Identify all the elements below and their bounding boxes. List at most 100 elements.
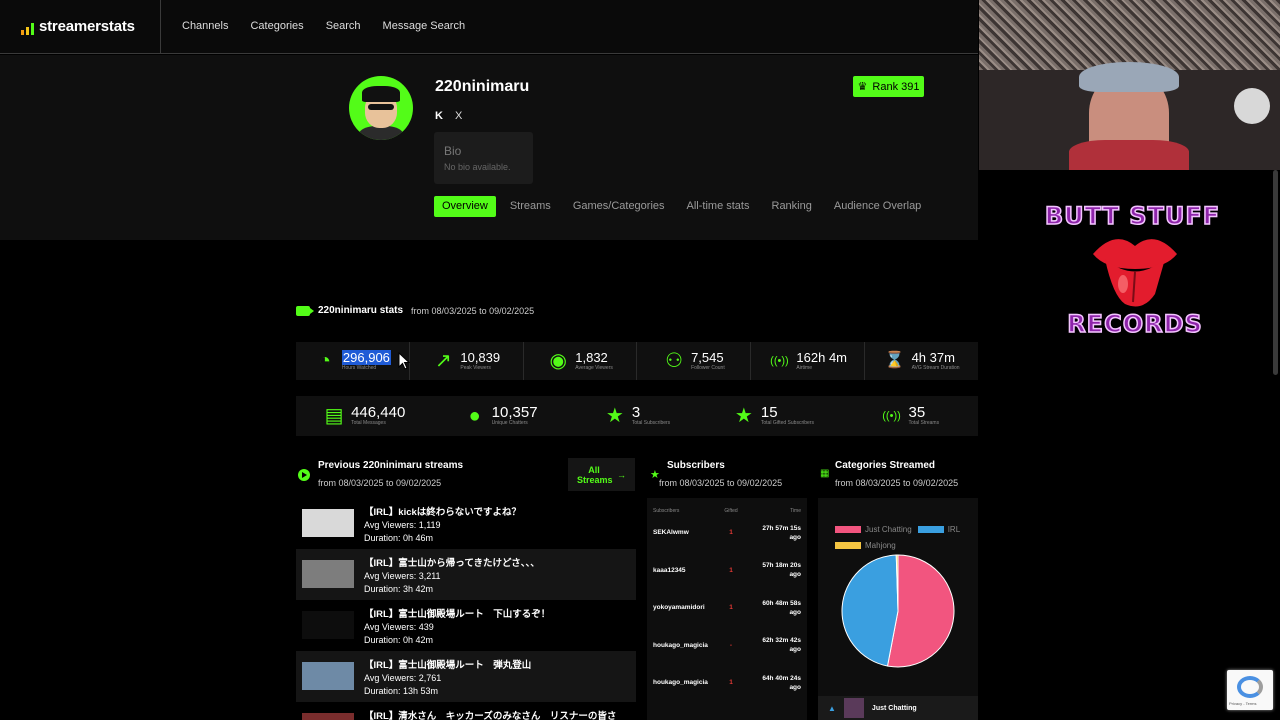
stat-value: 1,832	[575, 349, 608, 365]
stat-total-subscribers: ★ 3 Total Subscribers	[569, 396, 705, 436]
stream-duration: Duration: 0h 42m	[364, 635, 434, 645]
stat-value: 15	[760, 403, 778, 421]
subscribers-heading: Subscribers	[667, 460, 725, 471]
stat-value: 162h 4m	[796, 349, 848, 365]
profile-tabs: Overview Streams Games/Categories All-ti…	[434, 196, 935, 217]
stream-thumbnail[interactable]	[302, 611, 354, 639]
table-row: yokoyamamidori 1 60h 48m 58s ago	[647, 589, 807, 627]
tab-all-time-stats[interactable]: All-time stats	[679, 196, 758, 217]
broadcast-icon: ((•))	[770, 354, 789, 367]
stream-title: 【IRL】清水さん キッカーズのみなさん リスナーの皆さん...	[364, 711, 617, 720]
legend-item[interactable]: Just Chatting	[835, 522, 912, 537]
categories-range: from 08/03/2025 to 09/02/2025	[835, 478, 959, 488]
table-row: kaaa12345 1 57h 18m 20s ago	[647, 552, 807, 590]
nav-message-search[interactable]: Message Search	[383, 20, 466, 32]
stream-thumbnail[interactable]	[302, 560, 354, 588]
subscriber-name[interactable]: yokoyamamidori	[653, 604, 709, 611]
stream-row[interactable]: 【IRL】富士山御殿場ルート 下山するぞ！ Avg Viewers: 439 Dur…	[296, 600, 636, 651]
stat-value: 3	[631, 403, 641, 421]
stat-total-gifted-subscribers: ★ 15 Total Gifted Subscribers	[705, 396, 841, 436]
table-row: SEKAIwmw 1 27h 57m 15s ago	[647, 514, 807, 552]
stream-thumbnail[interactable]	[302, 713, 354, 720]
nav-categories[interactable]: Categories	[250, 20, 303, 32]
stat-peak-viewers: ↗ 10,839 Peak Viewers	[408, 342, 523, 380]
x-icon[interactable]: X	[455, 110, 462, 122]
subscribers-table-header: Subscribers Gifted Time	[647, 498, 807, 514]
play-icon	[298, 469, 310, 481]
legend-item[interactable]: IRL	[917, 522, 961, 537]
kick-icon[interactable]: K	[435, 110, 443, 122]
stream-row[interactable]: 【IRL】富士山御殿場ルート 弾丸登山 Avg Viewers: 2,761 Dur…	[296, 651, 636, 702]
bio-title: Bio	[444, 144, 462, 158]
stream-row[interactable]: 【IRL】富士山から帰ってきたけどさ、、、 Avg Viewers: 3,211 D…	[296, 549, 636, 600]
bar-chart-icon	[21, 23, 34, 35]
subscriber-name[interactable]: SEKAIwmw	[653, 529, 709, 536]
table-row: houkago_magicia 1 64h 40m 24s ago	[647, 664, 807, 702]
eye-icon: ◉	[549, 350, 567, 372]
stat-avg-stream-duration: ⌛ 4h 37m AVG Stream Duration	[864, 342, 978, 380]
site-logo[interactable]: streamerstats	[21, 18, 135, 35]
crown-icon: ♛	[857, 81, 868, 93]
stat-value: 446,440	[351, 403, 406, 421]
subscribe-time: 62h 32m 42s ago	[762, 637, 801, 654]
stat-value: 296,906	[341, 349, 391, 365]
stat-label: Total Gifted Subscribers	[760, 419, 814, 426]
channel-name: 220ninimaru	[435, 78, 530, 95]
stat-label: Peak Viewers	[460, 364, 491, 371]
tab-streams[interactable]: Streams	[502, 196, 559, 217]
stat-label: Total Messages	[351, 419, 386, 426]
rank-label: Rank 391	[872, 80, 920, 93]
stat-label: Hours Watched	[341, 364, 377, 371]
broadcast-icon: ((•))	[882, 409, 901, 422]
recaptcha-links[interactable]: Privacy - Terms	[1229, 701, 1256, 706]
arrow-right-icon: →	[617, 469, 626, 480]
stream-avg-viewers: Avg Viewers: 2,761	[364, 673, 442, 683]
page: streamerstats Channels Categories Search…	[0, 0, 1280, 720]
stream-row[interactable]: 【IRL】清水さん キッカーズのみなさん リスナーの皆さん...	[296, 702, 636, 720]
legend-item[interactable]: Mahjong	[835, 538, 896, 553]
column-time: Time	[790, 508, 801, 514]
stat-value: 10,839	[460, 349, 501, 365]
recaptcha-icon	[1237, 676, 1263, 698]
stats-range: from 08/03/2025 to 09/02/2025	[411, 305, 535, 316]
column-gifted: Gifted	[724, 508, 738, 514]
stream-avg-viewers: Avg Viewers: 439	[364, 622, 434, 632]
category-name: Just Chatting	[871, 704, 917, 712]
subscriber-name[interactable]: kaaa12345	[653, 567, 709, 574]
gifted-count: 1	[729, 566, 733, 574]
tab-ranking[interactable]: Ranking	[764, 196, 820, 217]
subscribe-time: 57h 18m 20s ago	[762, 562, 801, 579]
all-streams-button[interactable]: All Streams →	[568, 458, 635, 491]
stream-title: 【IRL】富士山御殿場ルート 下山するぞ！	[364, 609, 551, 620]
stat-value: 7,545	[691, 349, 724, 365]
avatar	[349, 76, 413, 140]
subscribe-time: 60h 48m 58s ago	[762, 599, 801, 616]
stream-title: 【IRL】富士山から帰ってきたけどさ、、、	[364, 558, 540, 569]
streams-heading: Previous 220ninimaru streams	[318, 460, 464, 471]
stream-duration: Duration: 0h 46m	[364, 533, 434, 543]
recaptcha-badge[interactable]: Privacy - Terms	[1227, 670, 1273, 710]
stat-label: Total Streams	[908, 419, 940, 426]
category-list-item[interactable]: ▲ Just Chatting	[818, 696, 978, 720]
subscribers-range: from 08/03/2025 to 09/02/2025	[659, 478, 783, 488]
stream-thumbnail[interactable]	[302, 509, 354, 537]
tab-games-categories[interactable]: Games/Categories	[565, 196, 673, 217]
scrollbar[interactable]	[1273, 170, 1278, 375]
stat-total-messages: ▤ 446,440 Total Messages	[296, 396, 432, 436]
nav-search[interactable]: Search	[326, 20, 361, 32]
subscriber-name[interactable]: houkago_magicia	[653, 679, 709, 686]
webcam-overlay	[979, 0, 1280, 170]
tab-audience-overlap[interactable]: Audience Overlap	[826, 196, 929, 217]
tab-overview[interactable]: Overview	[434, 196, 496, 217]
pie-slice-irl[interactable]	[841, 554, 899, 667]
legend-label: IRL	[947, 525, 961, 534]
brand-name: streamerstats	[39, 18, 135, 35]
stream-row[interactable]: 【IRL】kickは終わらないですよね？ Avg Viewers: 1,119 Du…	[296, 498, 636, 549]
gifted-count: 1	[729, 604, 733, 612]
nav-channels[interactable]: Channels	[182, 20, 228, 32]
stat-average-viewers: ◉ 1,832 Average Viewers	[522, 342, 637, 380]
top-navigation: streamerstats Channels Categories Search…	[0, 0, 978, 54]
stats-row-secondary: ▤ 446,440 Total Messages ● 10,357 Unique…	[296, 396, 978, 436]
subscriber-name[interactable]: houkago_magicia	[653, 642, 709, 649]
stream-thumbnail[interactable]	[302, 662, 354, 690]
